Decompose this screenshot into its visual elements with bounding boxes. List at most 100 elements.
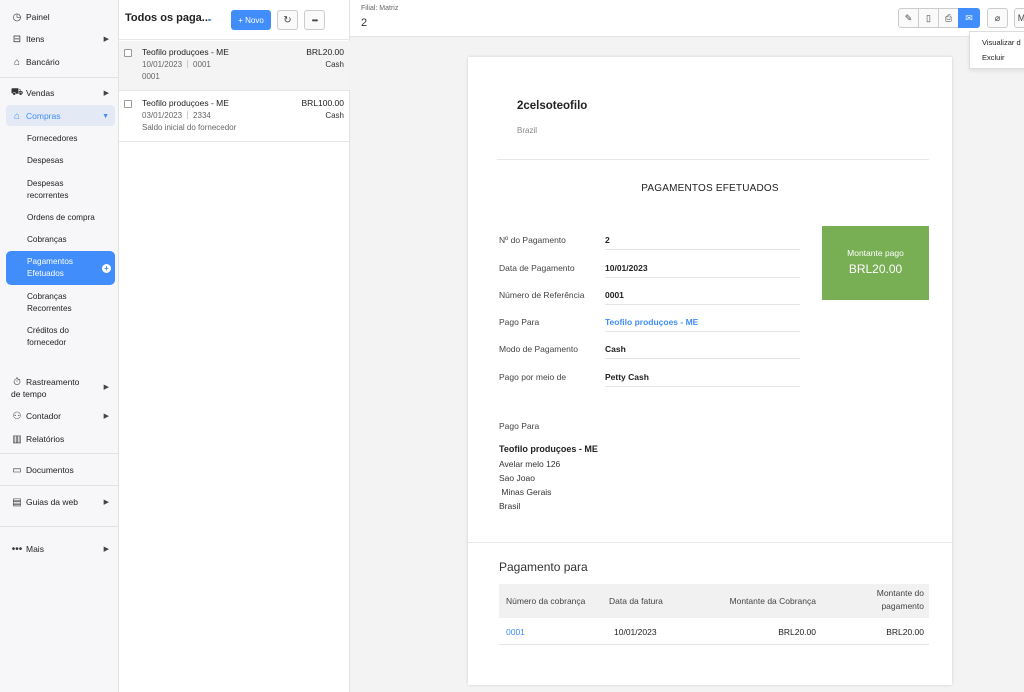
folder-icon: ▭ (12, 464, 22, 476)
menu-item-excluir[interactable]: Excluir (982, 53, 1005, 62)
sidebar-item-relatorios[interactable]: ▥ Relatórios (0, 432, 119, 446)
sidebar-sub-despesas[interactable]: Despesas (6, 154, 115, 168)
sidebar-sub-fornecedores[interactable]: Fornecedores (6, 132, 115, 146)
list-item[interactable]: Teofilo produçoes - ME BRL20.00 10/01/20… (119, 41, 350, 91)
organization-name: 2celsoteofilo (517, 100, 588, 112)
attach-button[interactable]: ⌀ (987, 8, 1008, 28)
field-value: Cash (605, 344, 800, 359)
more-horizontal-icon: ••• (311, 15, 318, 25)
sidebar-sub-despesas-recorrentes[interactable]: Despesas recorrentes (6, 177, 86, 203)
bill-number-link[interactable]: 0001 (506, 627, 525, 637)
row-meta: 03/01/2023 2334 (142, 111, 211, 120)
refresh-icon: ↻ (283, 14, 292, 26)
table-cell: BRL20.00 (886, 627, 924, 637)
more-actions-menu: Visualizar d Excluir (969, 31, 1024, 69)
chevron-right-icon: ▶ (103, 499, 109, 506)
more-actions-button[interactable]: M (1014, 8, 1024, 28)
paid-to-heading: Pago Para (499, 421, 540, 431)
address-line: Brasil (499, 501, 521, 511)
list-view-title[interactable]: Todos os paga... (125, 12, 211, 24)
chevron-down-icon: ▼ (102, 112, 109, 120)
list-header: Todos os paga... ⌄ + Novo ↻ ••• (119, 0, 350, 40)
section-title: Pagamento para (499, 560, 588, 574)
sidebar-divider (0, 453, 119, 454)
field-label: Pago Para (499, 317, 540, 327)
sidebar-sub-ordens-de-compra[interactable]: Ordens de compra (6, 211, 115, 225)
dashboard-icon: ◷ (12, 11, 22, 23)
amount-paid-value: BRL20.00 (848, 262, 903, 276)
sidebar: ◷ Painel ⊟ Itens ▶ ⌂ Bancário ⛟ Vendas ▶… (0, 0, 119, 692)
refresh-button[interactable]: ↻ (277, 10, 298, 30)
chevron-right-icon: ▶ (103, 90, 109, 97)
pdf-button[interactable]: ▯ (918, 8, 939, 28)
field-label: Nº do Pagamento (499, 235, 566, 245)
table-cell: BRL20.00 (778, 627, 816, 637)
chevron-right-icon: ▶ (103, 546, 109, 553)
sidebar-sub-creditos-fornecedor[interactable]: Créditos do fornecedor (6, 324, 86, 350)
add-circle-icon[interactable]: + (102, 264, 111, 273)
address-line: Minas Gerais (499, 487, 552, 497)
payment-document: 2celsoteofilo Brazil PAGAMENTOS EFETUADO… (468, 57, 952, 685)
chevron-down-icon[interactable]: ⌄ (206, 13, 214, 24)
branch-label: Filial: Matriz (361, 5, 399, 12)
sidebar-item-painel[interactable]: ◷ Painel (0, 10, 119, 24)
more-options-button[interactable]: ••• (304, 10, 325, 30)
vendor-link[interactable]: Teofilo produçoes - ME (605, 317, 800, 332)
cart-icon: ⛟ (10, 86, 24, 98)
sidebar-item-rastreamento[interactable]: ⏱ Rastreamento de tempo ▶ (0, 374, 119, 400)
divider (497, 159, 929, 160)
paperclip-icon: ⌀ (994, 12, 1001, 23)
sidebar-item-documentos[interactable]: ▭ Documentos (0, 463, 119, 477)
chevron-right-icon: ▶ (103, 384, 109, 391)
row-checkbox[interactable] (124, 49, 132, 57)
address-line: Sao Joao (499, 473, 535, 483)
list-item[interactable]: Teofilo produçoes - ME BRL100.00 03/01/2… (119, 92, 350, 142)
column-header: Montante do pagamento (876, 588, 924, 611)
column-header: Data da fatura (609, 596, 663, 606)
sidebar-item-contador[interactable]: ⚇ Contador ▶ (0, 409, 119, 423)
sidebar-item-mais[interactable]: ••• Mais ▶ (0, 542, 119, 556)
bank-icon: ⌂ (13, 56, 21, 68)
new-payment-button[interactable]: + Novo (231, 10, 271, 30)
field-label: Modo de Pagamento (499, 344, 578, 354)
field-value: 2 (605, 235, 800, 250)
payment-detail-panel: Filial: Matriz 2 ✎ ▯ ⎙ ✉ ⌀ M Visualizar … (350, 0, 1024, 692)
column-header: Número da cobrança (506, 596, 586, 606)
field-label: Número de Referência (499, 290, 585, 300)
address-line: Avelar melo 126 (499, 459, 561, 469)
sidebar-item-vendas[interactable]: ⛟ Vendas ▶ (0, 86, 119, 100)
amount-paid-box: Montante pago BRL20.00 (822, 226, 929, 300)
document-title: PAGAMENTOS EFETUADOS (641, 183, 779, 194)
mail-icon: ✉ (965, 12, 973, 23)
edit-button[interactable]: ✎ (898, 8, 919, 28)
organization-country: Brazil (517, 126, 538, 135)
detail-header: Filial: Matriz 2 ✎ ▯ ⎙ ✉ ⌀ M (350, 0, 1024, 37)
sidebar-sub-cobrancas-recorrentes[interactable]: Cobranças Recorrentes (6, 290, 86, 316)
sidebar-item-guias-da-web[interactable]: ▤ Guias da web ▶ (0, 495, 119, 509)
email-button[interactable]: ✉ (958, 8, 980, 28)
paid-to-name: Teofilo produçoes - ME (499, 444, 598, 454)
sidebar-sub-pagamentos-efetuados[interactable]: Pagamentos Efetuados + (6, 251, 115, 285)
basket-icon: ⊟ (12, 33, 22, 45)
table-header: Número da cobrança Data da fatura Montan… (499, 584, 929, 618)
chevron-right-icon: ▶ (103, 36, 109, 43)
reports-icon: ▥ (12, 433, 22, 445)
pencil-icon: ✎ (904, 12, 913, 23)
field-label: Data de Pagamento (499, 263, 575, 273)
table-row-divider (499, 644, 929, 645)
sidebar-item-bancario[interactable]: ⌂ Bancário (0, 55, 119, 69)
field-value: Petty Cash (605, 372, 800, 387)
sidebar-sub-cobrancas[interactable]: Cobranças (6, 233, 115, 247)
sidebar-item-itens[interactable]: ⊟ Itens ▶ (0, 32, 119, 46)
sidebar-divider (0, 485, 119, 486)
printer-icon: ⎙ (944, 12, 953, 23)
row-checkbox[interactable] (124, 100, 132, 108)
menu-item-visualizar[interactable]: Visualizar d (982, 38, 1021, 47)
chevron-right-icon: ▶ (103, 413, 109, 420)
field-value: 10/01/2023 (605, 263, 800, 278)
sidebar-item-compras[interactable]: ⌂ Compras ▼ (0, 109, 119, 123)
sidebar-divider (0, 77, 119, 78)
print-button[interactable]: ⎙ (938, 8, 959, 28)
payments-list-panel: Todos os paga... ⌄ + Novo ↻ ••• Teofilo … (119, 0, 350, 692)
field-value: 0001 (605, 290, 800, 305)
